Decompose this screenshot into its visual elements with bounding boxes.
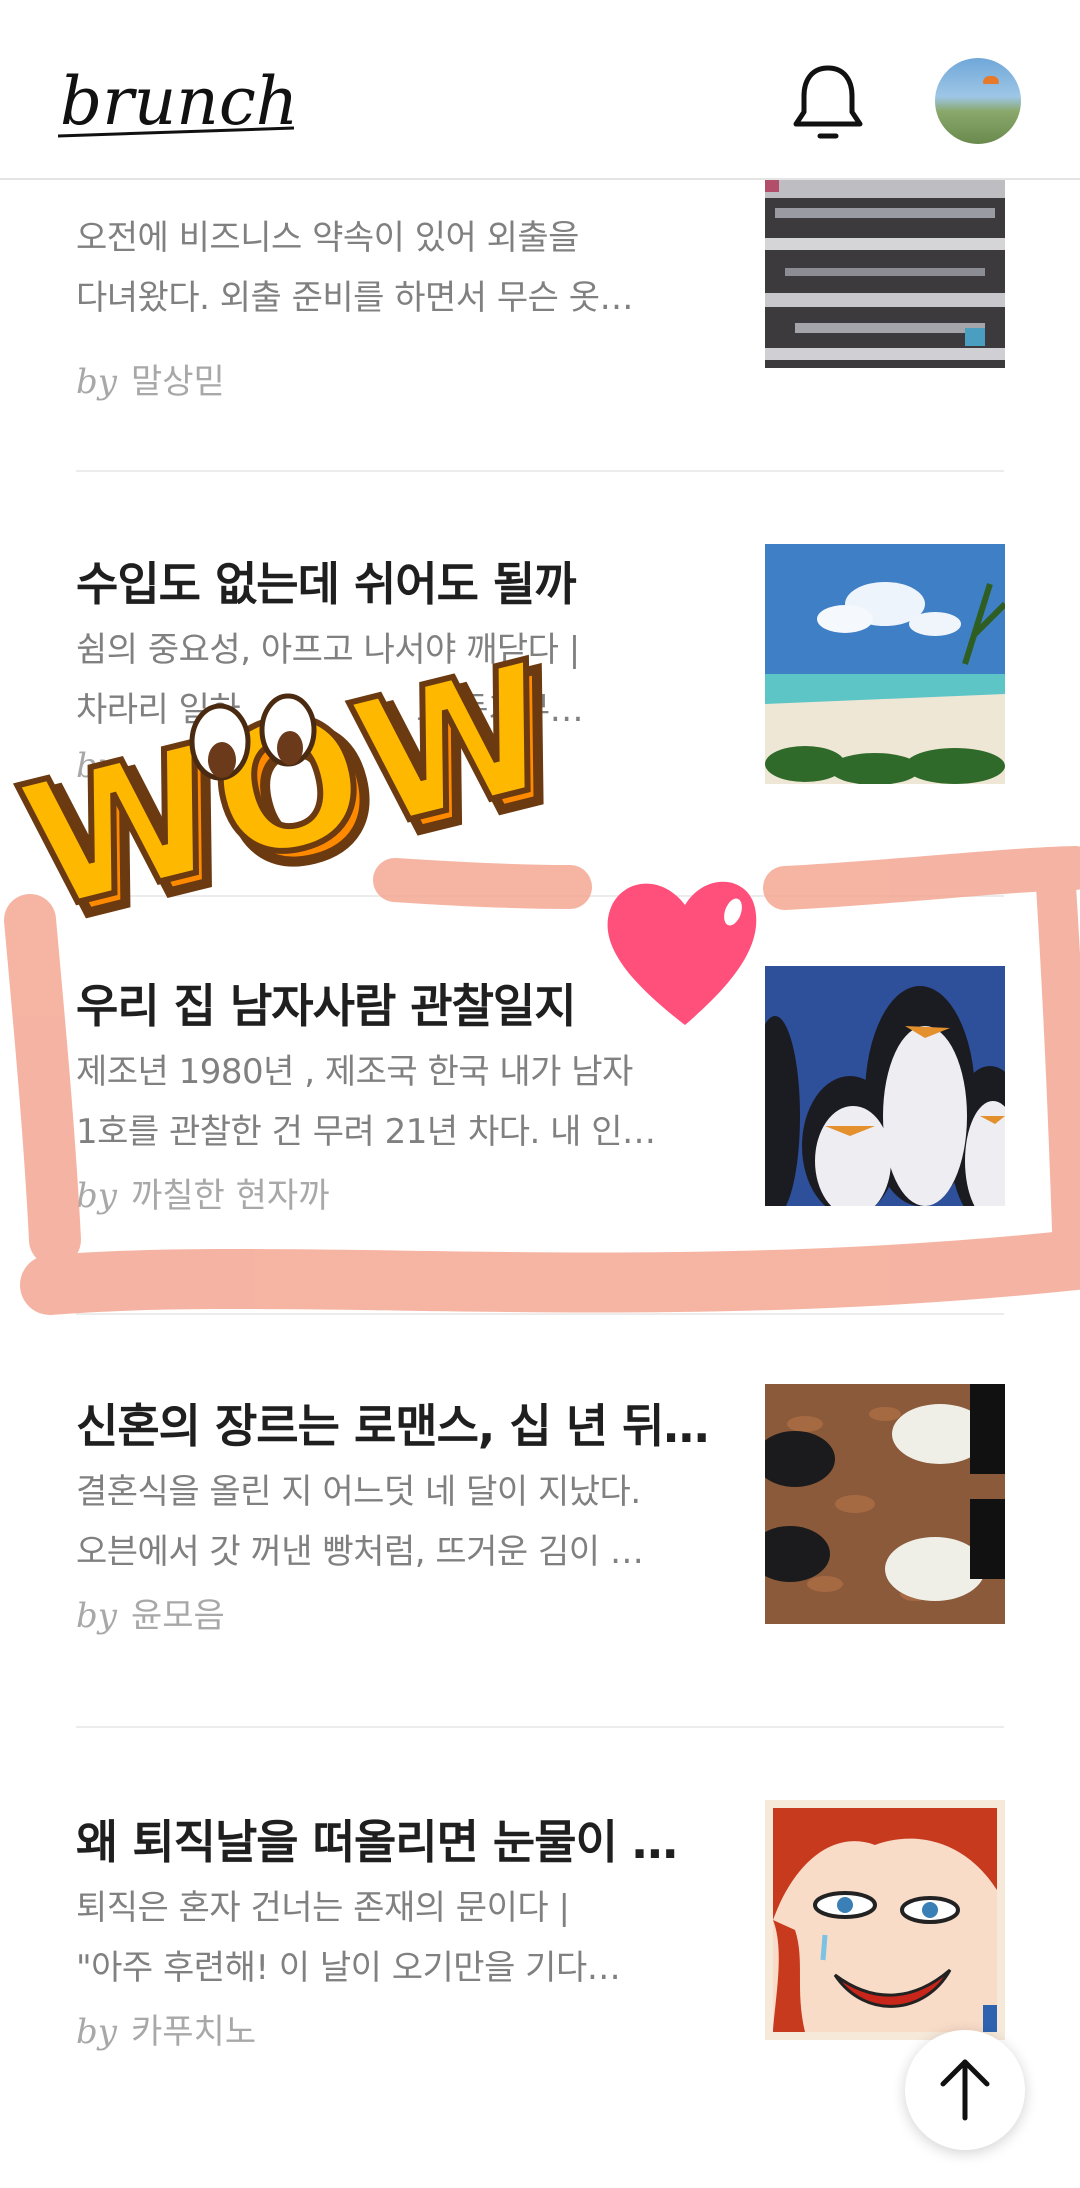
article-card[interactable]: 신혼의 장르는 로맨스, 십 년 뒤… 결혼식을 올린 지 어느덧 네 달이 지… [76,1384,1005,1636]
article-byline: by [76,746,117,786]
article-excerpt: 제조년 1980년 , 제조국 한국 내가 남자 1호를 관찰한 건 무려 21… [76,1052,656,1152]
author-name: 카푸치노 [130,2012,257,2052]
article-thumbnail[interactable] [765,1800,1005,2040]
article-thumbnail[interactable] [765,544,1005,784]
divider [76,895,1004,897]
article-excerpt: 결혼식을 올린 지 어느덧 네 달이 지났다. 오븐에서 갓 꺼낸 빵처럼, 뜨… [76,1472,644,1572]
article-thumbnail[interactable] [765,1384,1005,1624]
app-header: brunch [0,0,1080,180]
article-card[interactable]: 수입도 없는데 쉬어도 될까 쉼의 중요성, 아프고 나서야 깨닫다 | 차라리… [76,544,1005,788]
avatar[interactable] [935,58,1021,144]
article-card[interactable]: 오전에 비즈니스 약속이 있어 외출을 다녀왔다. 외출 준비를 하면서 무슨 … [76,178,1005,440]
article-byline: by 카푸치노 [76,2012,257,2052]
article-title: 우리 집 남자사람 관찰일지 [76,979,577,1033]
article-byline: by 까칠한 현자까 [76,1176,330,1216]
article-card[interactable]: 우리 집 남자사람 관찰일지 제조년 1980년 , 제조국 한국 내가 남자 … [76,966,1005,1216]
author-name: 윤모음 [130,1596,225,1636]
author-name: 말상믿 [130,362,225,402]
arrow-up-icon [940,2059,990,2121]
article-title: 수입도 없는데 쉬어도 될까 [76,557,577,611]
article-excerpt: 쉼의 중요성, 아프고 나서야 깨닫다 | 차라리 일하 로 동기부… [76,630,584,730]
article-excerpt: 오전에 비즈니스 약속이 있어 외출을 다녀왔다. 외출 준비를 하면서 무슨 … [76,218,634,318]
divider [76,1726,1004,1728]
article-thumbnail[interactable] [765,178,1005,418]
article-byline: by 말상믿 [76,362,225,402]
divider [76,1313,1004,1315]
article-excerpt: 퇴직은 혼자 건너는 존재의 문이다 | "아주 후련해! 이 날이 오기만을 … [76,1888,621,1988]
article-title: 신혼의 장르는 로맨스, 십 년 뒤… [76,1399,709,1453]
author-name: 까칠한 현자까 [130,1176,330,1216]
bell-icon[interactable] [790,62,866,142]
divider [76,470,1004,472]
article-thumbnail[interactable] [765,966,1005,1206]
article-byline: by 윤모음 [76,1596,225,1636]
scroll-to-top-button[interactable] [905,2030,1025,2150]
article-card[interactable]: 왜 퇴직날을 떠올리면 눈물이 … 퇴직은 혼자 건너는 존재의 문이다 | "… [76,1800,1005,2052]
article-title: 왜 퇴직날을 떠올리면 눈물이 … [76,1815,678,1869]
brunch-logo[interactable]: brunch [57,44,308,144]
